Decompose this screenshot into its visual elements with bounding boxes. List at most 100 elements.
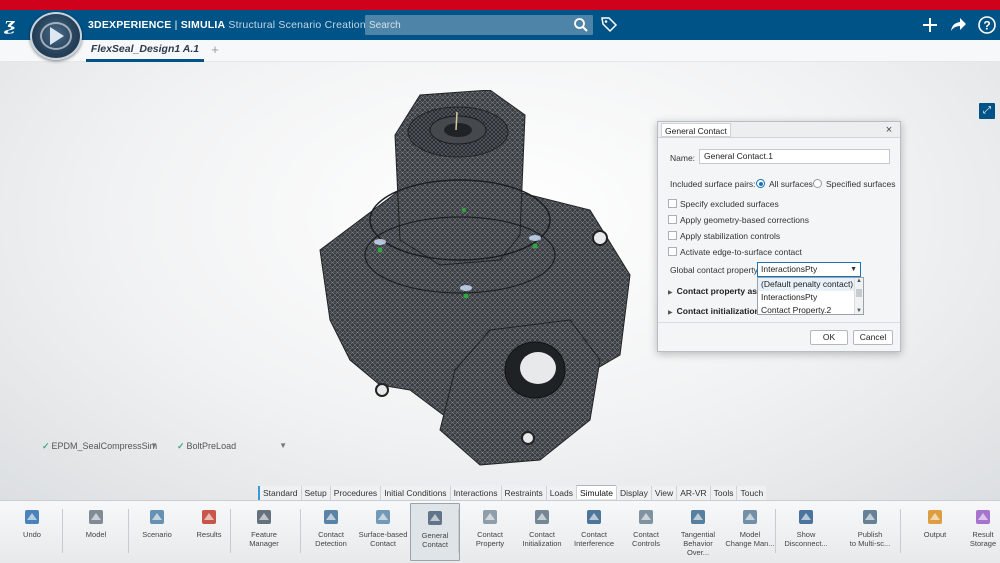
tool-results-button[interactable]: Results [185,503,233,561]
dropdown-option[interactable]: Contact Property.2 [758,304,855,314]
tool-contact-controls-button[interactable]: Contact Controls [622,503,670,561]
add-tab-button[interactable]: + [208,42,222,58]
plus-icon[interactable] [921,15,939,35]
share-icon[interactable] [949,15,967,35]
tool-model-change-button[interactable]: Model Change Man... [725,503,775,561]
load-selector[interactable]: ✓ BoltPreLoad ▼ [177,439,287,453]
result-storage-icon [976,510,990,524]
tab-interactions[interactable]: Interactions [449,486,501,500]
tool-show-disconnect-button[interactable]: Show Disconnect... [782,503,830,561]
general-contact-icon [428,511,442,525]
checkbox-geometry-corrections[interactable] [668,215,677,224]
compass-icon[interactable] [30,12,82,60]
tab-view[interactable]: View [650,486,677,500]
tool-general-contact-button[interactable]: General Contact [410,503,460,561]
meshed-part-model[interactable] [290,90,640,490]
close-icon[interactable]: × [883,123,895,137]
scroll-down-icon[interactable]: ▼ [856,308,862,314]
tab-loads[interactable]: Loads [545,486,576,500]
cancel-button[interactable]: Cancel [853,330,893,345]
tangential-icon [691,510,705,524]
checkbox-stabilization-label: Apply stabilization controls [680,231,781,241]
maximize-icon[interactable]: ⤢ [979,103,995,119]
dropdown-option[interactable]: (Default penalty contact) [758,278,855,291]
tool-output-button[interactable]: Output [910,503,960,561]
contact-property-icon [483,510,497,524]
section-contact-initialization[interactable]: ▶ Contact initialization a [668,306,767,316]
radio-all-surfaces[interactable] [756,179,765,188]
dropdown-scrollbar[interactable]: ▲ ▼ [854,278,863,314]
tool-label: Publish to Multi-sc... [849,530,891,548]
section-property-assignment-label: Contact property assig [676,286,770,296]
contact-property-select[interactable]: InteractionsPty ▼ [757,262,861,277]
brand-separator: | [171,19,181,31]
tool-label: Contact Detection [315,530,347,548]
tab-restraints[interactable]: Restraints [500,486,546,500]
tab-document[interactable]: FlexSeal_Design1 A.1 [86,40,204,62]
checkbox-excluded-surfaces[interactable] [668,199,677,208]
tab-simulate[interactable]: Simulate [575,485,617,499]
tool-label: Model [85,530,107,539]
tool-result-storage-button[interactable]: Result Storage [963,503,1000,561]
tool-surface-contact-button[interactable]: Surface-based Contact [358,503,408,561]
tool-contact-detection-button[interactable]: Contact Detection [308,503,354,561]
tool-contact-interference-button[interactable]: Contact Interference [568,503,620,561]
tab-tools[interactable]: Tools [709,486,737,500]
dialog-divider [658,322,900,323]
tab-display[interactable]: Display [616,486,651,500]
tool-label: Contact Controls [632,530,660,548]
tag-icon[interactable] [600,15,618,35]
brand-label: 3DEXPERIENCE [88,19,172,31]
tab-touch[interactable]: Touch [736,486,767,500]
tool-label: Scenario [142,530,172,539]
checkbox-stabilization[interactable] [668,231,677,240]
chevron-down-icon: ▼ [279,441,287,450]
tab-procedures[interactable]: Procedures [329,486,381,500]
tool-model-button[interactable]: Model [70,503,122,561]
checkbox-edge-to-surface[interactable] [668,247,677,256]
ok-button[interactable]: OK [810,330,848,345]
scroll-thumb[interactable] [856,289,862,297]
scroll-up-icon[interactable]: ▲ [856,278,862,284]
tool-contact-property-button[interactable]: Contact Property [465,503,515,561]
ds-logo[interactable]: ƺ [4,13,26,37]
tab-standard[interactable]: Standard [258,486,301,500]
tool-tangential-button[interactable]: Tangential Behavior Over... [672,503,724,561]
toolbar-separator [128,509,129,553]
tool-feature-manager-button[interactable]: Feature Manager [238,503,290,561]
search-input[interactable] [369,15,569,35]
tab-setup[interactable]: Setup [300,486,330,500]
toolbar-separator [300,509,301,553]
checkbox-geometry-corrections-label: Apply geometry-based corrections [680,215,809,225]
tool-label: Output [923,530,947,539]
section-property-assignment[interactable]: ▶ Contact property assig [668,286,769,296]
contact-detection-icon [324,510,338,524]
tool-scenario-button[interactable]: Scenario [133,503,181,561]
tool-undo-button[interactable]: Undo [8,503,56,561]
surface-pairs-label: Included surface pairs: [670,179,756,189]
chevron-down-icon: ▼ [850,266,857,273]
search-icon[interactable] [573,17,589,33]
tab-ar-vr[interactable]: AR-VR [676,486,710,500]
name-field[interactable]: General Contact.1 [699,149,890,164]
action-bar: Undo Model Scenario Results Feature Manager C… [0,500,1000,563]
tool-label: Undo [23,530,41,539]
radio-specified-surfaces[interactable] [813,179,822,188]
tool-publish-button[interactable]: Publish to Multi-sc... [842,503,898,561]
feature-manager-icon [257,510,271,524]
dialog-header: General Contact × [658,122,900,138]
tool-label: Feature Manager [249,530,279,548]
tool-label: Model Change Man... [725,530,775,548]
tab-initial-conditions[interactable]: Initial Conditions [380,486,450,500]
name-label: Name: [670,153,696,163]
toolbar-separator [900,509,901,553]
tool-contact-init-button[interactable]: Contact Initialization [516,503,568,561]
help-icon[interactable]: ? [977,15,997,35]
search-box [365,15,593,35]
material-selector[interactable]: ✓ EPDM_SealCompressSim ▼ [42,439,158,453]
dropdown-option[interactable]: InteractionsPty [758,291,855,304]
tool-label: Contact Interference [573,530,615,548]
product-label: SIMULIA [180,19,226,31]
contact-property-value: InteractionsPty [761,264,818,274]
contact-interference-icon [587,510,601,524]
